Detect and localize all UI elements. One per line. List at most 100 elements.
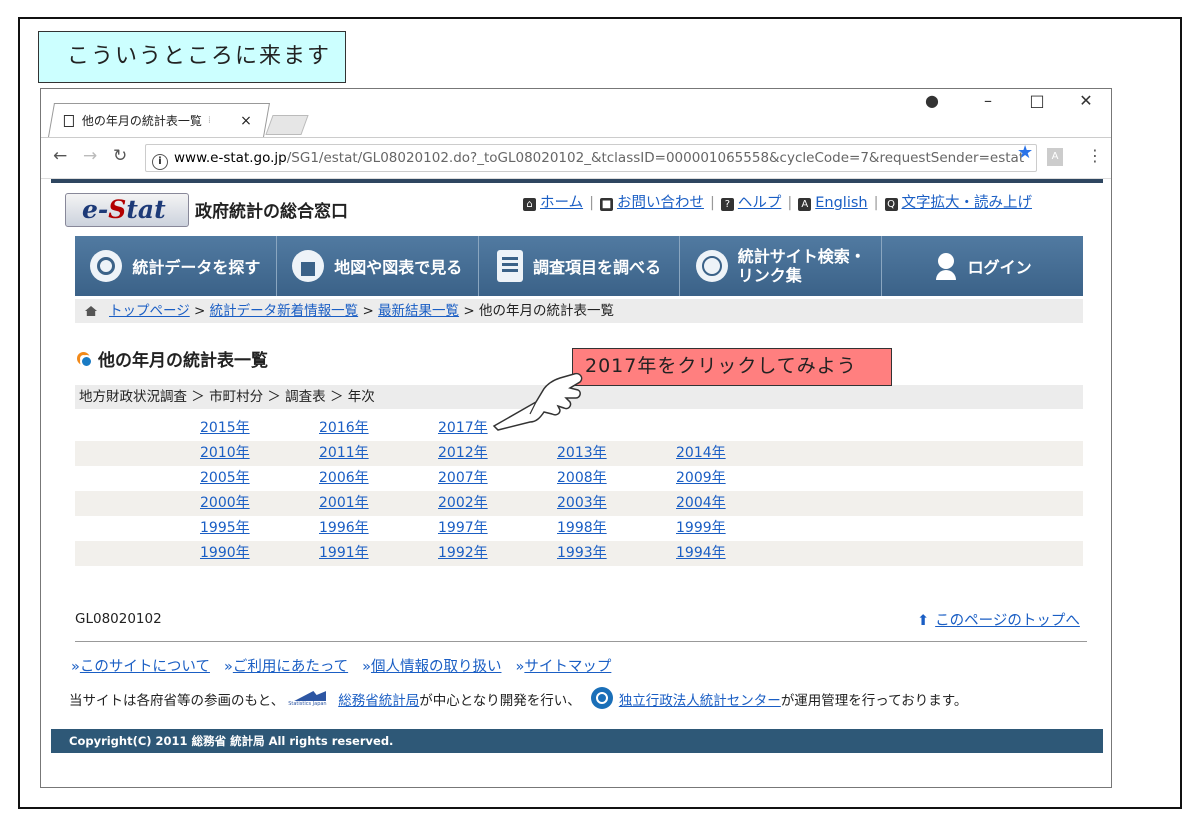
footer-link-privacy[interactable]: 個人情報の取り扱い — [371, 659, 502, 675]
year-link[interactable]: 1993年 — [557, 545, 607, 561]
nav-label: 統計データを探す — [132, 258, 261, 277]
year-link[interactable]: 2017年 — [438, 420, 488, 436]
minimize-button[interactable]: – — [973, 91, 1003, 110]
new-tab-button[interactable] — [265, 115, 309, 135]
year-link[interactable]: 1990年 — [200, 545, 250, 561]
year-link[interactable]: 2013年 — [557, 445, 607, 461]
year-cell: 1998年 — [557, 516, 676, 541]
year-cell: 2008年 — [557, 466, 676, 491]
reload-icon[interactable]: ↻ — [113, 146, 127, 166]
nav-login[interactable]: ログイン — [882, 236, 1083, 296]
year-link[interactable]: 2005年 — [200, 470, 250, 486]
tab-close-button[interactable]: × — [240, 104, 252, 138]
breadcrumb-latest[interactable]: 最新結果一覧 — [378, 303, 459, 319]
maximize-button[interactable]: □ — [1022, 91, 1052, 110]
year-link[interactable]: 2006年 — [319, 470, 369, 486]
tab-title: 他の年月の統計表一覧 — [81, 113, 202, 128]
info-icon[interactable]: i — [152, 154, 168, 170]
year-link[interactable]: 1994年 — [676, 545, 726, 561]
tab-fade-icon: ⁞ — [207, 114, 212, 126]
bookmark-star-icon[interactable]: ★ — [1017, 142, 1033, 163]
year-link[interactable]: 2015年 — [200, 420, 250, 436]
year-link[interactable]: 1997年 — [438, 520, 488, 536]
copyright-bar: Copyright(C) 2011 総務省 統計局 All rights res… — [51, 729, 1103, 753]
magnify-icon: Q — [884, 198, 898, 211]
year-cell: 1994年 — [676, 541, 795, 566]
english-icon: A — [798, 198, 812, 211]
year-link[interactable]: 2002年 — [438, 495, 488, 511]
year-link[interactable]: 2004年 — [676, 495, 726, 511]
breadcrumb-new-stats[interactable]: 統計データ新着情報一覧 — [210, 303, 359, 319]
top-accent-line — [51, 179, 1103, 183]
breadcrumb-current: 他の年月の統計表一覧 — [478, 303, 614, 319]
year-row: 1995年 1996年 1997年 1998年 1999年 — [75, 516, 1083, 541]
nav-site-search[interactable]: 統計サイト検索・ リンク集 — [680, 236, 883, 296]
browser-tab[interactable]: 他の年月の統計表一覧 ⁞ × — [48, 103, 270, 137]
home-icon: ⌂ — [523, 198, 536, 211]
footer-link-sitemap[interactable]: サイトマップ — [524, 659, 611, 675]
year-link[interactable]: 2014年 — [676, 445, 726, 461]
nav-survey-items[interactable]: 調査項目を調べる — [479, 236, 681, 296]
instruction-callout: 2017年をクリックしてみよう — [572, 348, 892, 386]
utility-nav: ⌂ ホーム | ■ お問い合わせ |? ヘルプ | A English | Q 文字拡大・読み上げ — [523, 191, 1032, 212]
year-link[interactable]: 1992年 — [438, 545, 488, 561]
menu-icon[interactable]: ⋮ — [1087, 146, 1103, 165]
breadcrumb-top[interactable]: トップページ — [109, 303, 190, 319]
year-link[interactable]: 2011年 — [319, 445, 369, 461]
magnifier-icon — [90, 250, 123, 282]
footer-link-about[interactable]: このサイトについて — [80, 659, 210, 675]
forward-icon[interactable]: → — [83, 146, 97, 166]
nav-map-chart[interactable]: 地図や図表で見る — [277, 236, 479, 296]
breadcrumb: トップページ > 統計データ新着情報一覧 > 最新結果一覧 > 他の年月の統計表… — [75, 299, 1083, 323]
to-top-link[interactable]: このページのトップへ — [935, 613, 1080, 629]
year-link-table: 2015年 2016年 2017年 2010年 2011年 2012年 2013年 2014年… — [75, 416, 1083, 566]
year-link[interactable]: 2008年 — [557, 470, 607, 486]
year-link[interactable]: 2012年 — [438, 445, 488, 461]
estat-logo[interactable]: e-Stat — [65, 193, 189, 227]
chat-icon: ■ — [599, 198, 613, 211]
year-link[interactable]: 1995年 — [200, 520, 250, 536]
year-link[interactable]: 2007年 — [438, 470, 488, 486]
footer-link-terms[interactable]: ご利用にあたって — [233, 659, 348, 675]
url-field[interactable]: i www.e-stat.go.jp/SG1/estat/GL08020102.d… — [145, 144, 1037, 172]
close-window-button[interactable]: ✕ — [1071, 91, 1101, 110]
year-link[interactable]: 1999年 — [676, 520, 726, 536]
year-link[interactable]: 2000年 — [200, 495, 250, 511]
nav-label: 統計サイト検索・ — [737, 247, 866, 266]
year-cell: 1997年 — [438, 516, 557, 541]
util-english-link[interactable]: English — [815, 195, 867, 211]
stat-bureau-link[interactable]: 総務省統計局 — [338, 693, 419, 709]
year-link[interactable]: 1998年 — [557, 520, 607, 536]
stat-center-link[interactable]: 独立行政法人統計センター — [619, 693, 781, 709]
year-cell: 1993年 — [557, 541, 676, 566]
nav-search-data[interactable]: 統計データを探す — [75, 236, 277, 296]
to-top: ⬆ このページのトップへ — [917, 609, 1080, 630]
year-link[interactable]: 2016年 — [319, 420, 369, 436]
year-link[interactable]: 2009年 — [676, 470, 726, 486]
footer-links: »このサイトについて »ご利用にあたって »個人情報の取り扱い »サイトマップ — [71, 659, 612, 675]
year-cell: 1991年 — [319, 541, 438, 566]
back-icon[interactable]: ← — [53, 146, 67, 166]
year-link[interactable]: 2003年 — [557, 495, 607, 511]
util-accessibility-link[interactable]: 文字拡大・読み上げ — [902, 195, 1033, 211]
year-link[interactable]: 1996年 — [319, 520, 369, 536]
pointing-hand-icon — [492, 372, 583, 431]
util-contact-link[interactable]: お問い合わせ — [617, 195, 704, 211]
pdf-extension-icon[interactable]: A — [1047, 148, 1063, 166]
util-help-link[interactable]: ヘルプ — [738, 195, 782, 211]
web-page: e-Stat 政府統計の総合窓口 ⌂ ホーム | ■ お問い合わせ |? ヘルプ | A Engl… — [51, 179, 1103, 787]
url-host: www.e-stat.go.jp — [174, 150, 287, 166]
globe-icon — [695, 250, 728, 282]
account-icon[interactable]: ● — [917, 91, 947, 110]
util-home-link[interactable]: ホーム — [540, 195, 583, 211]
year-link[interactable]: 1991年 — [319, 545, 369, 561]
year-link[interactable]: 2010年 — [200, 445, 250, 461]
caption-box: こういうところに来ます — [38, 31, 346, 83]
year-cell: 1992年 — [438, 541, 557, 566]
title-bar: 他の年月の統計表一覧 ⁞ × ● – □ ✕ — [41, 89, 1111, 137]
nstac-logo — [590, 687, 613, 709]
year-cell: 2010年 — [200, 441, 319, 466]
year-link[interactable]: 2001年 — [319, 495, 369, 511]
year-cell: 2000年 — [200, 491, 319, 516]
year-cell: 2015年 — [200, 416, 319, 441]
